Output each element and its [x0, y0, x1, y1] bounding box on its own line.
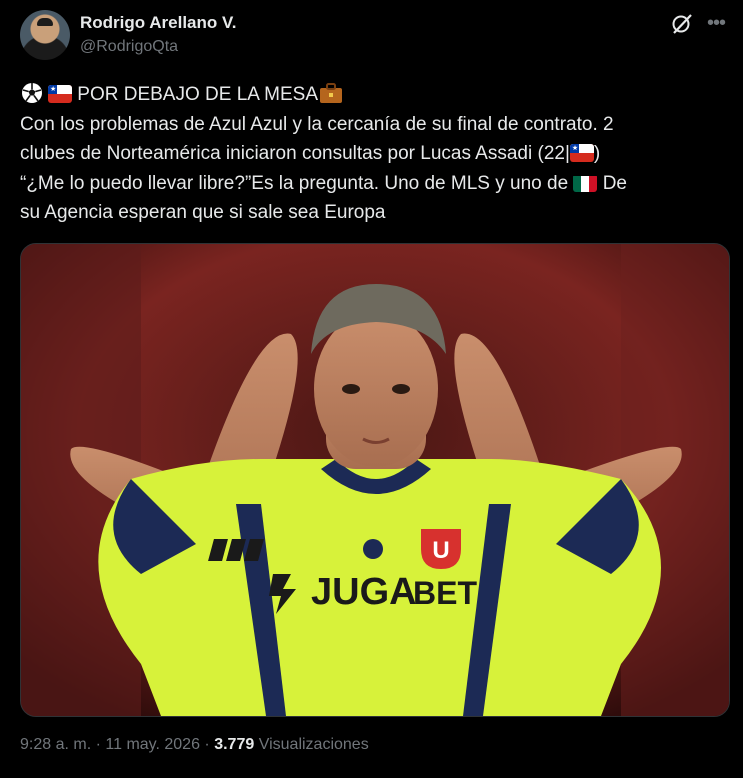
tweet-line-4: “¿Me lo puedo llevar libre?”Es la pregun…: [20, 169, 720, 199]
view-label: Visualizaciones: [258, 736, 369, 753]
view-count: 3.779: [214, 736, 255, 753]
tweet-line-4-text: “¿Me lo puedo llevar libre?”Es la pregun…: [20, 172, 569, 194]
tweet-line-2: Con los problemas de Azul Azul y la cerc…: [20, 113, 614, 135]
meta-separator: ·: [95, 736, 101, 753]
sponsor-text-a: JUGA: [311, 571, 417, 613]
tweet-time[interactable]: 9:28 a. m.: [20, 736, 91, 753]
flag-chile-icon: ★: [569, 144, 594, 162]
player-illustration: U JUGA BET: [21, 244, 729, 716]
avatar[interactable]: [20, 10, 70, 60]
tweet-line-1: ★ POR DEBAJO DE LA MESA: [20, 80, 720, 110]
tweet-headline: POR DEBAJO DE LA MESA: [77, 84, 319, 105]
tweet-date[interactable]: 11 may. 2026: [105, 736, 200, 753]
flag-mexico-icon: [573, 174, 598, 192]
more-icon[interactable]: •••: [704, 12, 728, 36]
author-name[interactable]: Rodrigo Arellano V.: [80, 13, 237, 33]
tweet-line-3-end: ): [593, 143, 601, 164]
tweet-text: ★ POR DEBAJO DE LA MESA Con los problema…: [20, 80, 720, 228]
tweet-meta: 9:28 a. m. · 11 may. 2026 · 3.779 Visual…: [20, 736, 369, 754]
tweet-line-3-text: clubes de Norteamérica iniciaron consult…: [20, 143, 570, 164]
flag-chile-icon: ★: [48, 85, 72, 103]
briefcase-icon: [320, 83, 343, 103]
tweet-line-5: su Agencia esperan que si sale sea Europ…: [20, 202, 386, 223]
meta-separator: ·: [204, 736, 210, 753]
soccer-ball-icon: [22, 83, 42, 103]
tweet-line-3: clubes de Norteamérica iniciaron consult…: [20, 139, 720, 169]
sponsor-text-b: BET: [413, 575, 477, 611]
tweet-line-4-end: De: [602, 172, 627, 194]
crest-letter: U: [432, 537, 449, 564]
grok-icon[interactable]: [670, 12, 694, 36]
author-handle[interactable]: @RodrigoQta: [80, 38, 178, 56]
tweet-photo[interactable]: U JUGA BET: [20, 243, 730, 717]
